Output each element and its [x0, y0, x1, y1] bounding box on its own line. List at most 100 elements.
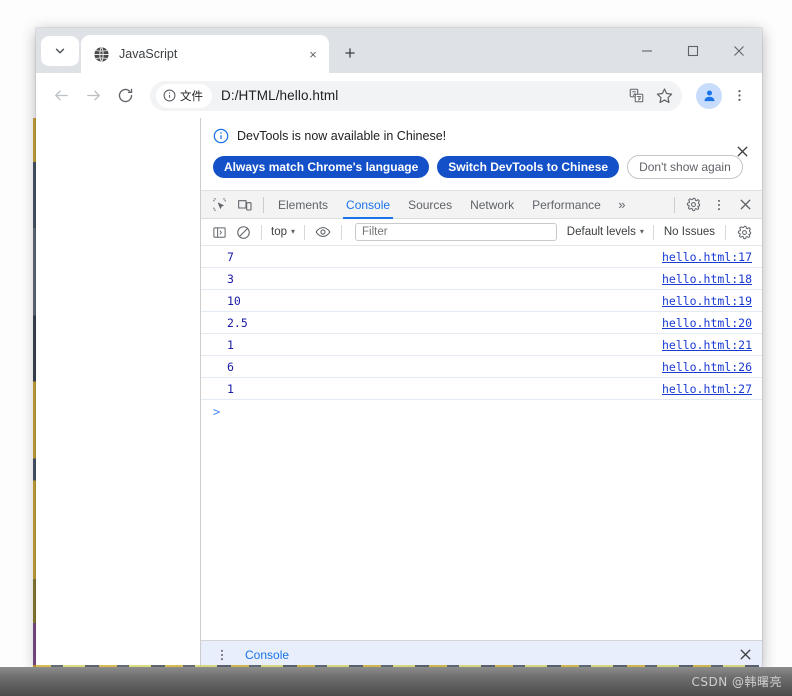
console-row[interactable]: 10 hello.html:19 — [201, 290, 762, 312]
plus-icon — [343, 46, 357, 60]
clear-console-icon[interactable] — [231, 220, 255, 244]
issues-status[interactable]: No Issues — [660, 226, 719, 238]
chevron-down-icon: ▾ — [291, 227, 296, 236]
kebab-menu-icon — [215, 648, 229, 662]
chevron-down-icon — [53, 44, 67, 58]
window-minimize-button[interactable] — [624, 28, 670, 73]
console-value: 2.5 — [227, 315, 248, 330]
tab-elements[interactable]: Elements — [269, 191, 337, 219]
tab-label: Network — [470, 197, 515, 212]
devtools-drawer: Console — [201, 640, 762, 668]
console-source-link[interactable]: hello.html:18 — [662, 272, 752, 286]
info-circle-icon — [213, 128, 229, 144]
address-bar-actions — [623, 83, 682, 109]
console-row[interactable]: 7 hello.html:17 — [201, 246, 762, 268]
profile-avatar-button[interactable] — [696, 82, 722, 109]
console-row[interactable]: 3 hello.html:18 — [201, 268, 762, 290]
console-row[interactable]: 1 hello.html:21 — [201, 334, 762, 356]
drawer-close-button[interactable] — [734, 644, 756, 666]
console-value: 3 — [227, 271, 234, 286]
console-source-link[interactable]: hello.html:20 — [662, 316, 752, 330]
console-source-link[interactable]: hello.html:27 — [662, 382, 752, 396]
devtools-panel: DevTools is now available in Chinese! Al… — [200, 118, 762, 668]
console-toolbar: top ▾ Default levels ▾ No Issues — [201, 219, 762, 246]
inspect-element-icon[interactable] — [206, 192, 232, 218]
divider — [725, 224, 726, 240]
kebab-menu-icon — [732, 88, 747, 103]
tab-close-button[interactable]: × — [303, 44, 323, 64]
arrow-right-icon — [85, 87, 102, 104]
drawer-tab-console[interactable]: Console — [235, 641, 299, 668]
tab-console[interactable]: Console — [337, 191, 399, 219]
dont-show-again-button[interactable]: Don't show again — [627, 155, 743, 179]
window-controls — [624, 28, 762, 73]
browser-viewport: DevTools is now available in Chinese! Al… — [36, 118, 762, 668]
console-row[interactable]: 2.5 hello.html:20 — [201, 312, 762, 334]
back-button[interactable] — [46, 81, 76, 111]
notification-message: DevTools is now available in Chinese! — [237, 129, 447, 143]
watermark: CSDN @韩曙亮 — [691, 675, 782, 689]
always-match-language-button[interactable]: Always match Chrome's language — [213, 156, 430, 178]
tab-sources[interactable]: Sources — [399, 191, 461, 219]
bottom-bar: CSDN @韩曙亮 — [0, 667, 792, 696]
browser-menu-button[interactable] — [724, 81, 754, 111]
window-maximize-button[interactable] — [670, 28, 716, 73]
divider — [674, 196, 675, 213]
close-icon — [736, 145, 749, 158]
notification-buttons: Always match Chrome's language Switch De… — [213, 155, 750, 179]
site-info-label: 文件 — [180, 90, 203, 103]
tab-performance[interactable]: Performance — [523, 191, 610, 219]
translate-button[interactable] — [623, 83, 649, 109]
star-icon — [656, 87, 673, 104]
site-info-chip[interactable]: 文件 — [156, 83, 212, 108]
address-bar[interactable]: 文件 D:/HTML/hello.html — [150, 80, 682, 111]
tab-title: JavaScript — [119, 47, 178, 61]
console-row[interactable]: 6 hello.html:26 — [201, 356, 762, 378]
live-expression-eye-icon[interactable] — [311, 220, 335, 244]
browser-tab[interactable]: JavaScript × — [81, 35, 329, 73]
bookmark-button[interactable] — [651, 83, 677, 109]
maximize-icon — [687, 45, 699, 57]
reload-icon — [117, 87, 134, 104]
tab-overflow-button[interactable]: » — [610, 192, 634, 218]
console-log-levels-selector[interactable]: Default levels ▾ — [564, 226, 647, 238]
tab-search-button[interactable] — [41, 36, 79, 66]
console-value: 7 — [227, 249, 234, 264]
notification-close-button[interactable] — [731, 140, 753, 162]
device-toolbar-icon[interactable] — [232, 192, 258, 218]
new-tab-button[interactable] — [335, 38, 365, 68]
console-sidebar-icon[interactable] — [207, 220, 231, 244]
console-settings-gear-icon[interactable] — [732, 220, 756, 244]
forward-button[interactable] — [78, 81, 108, 111]
console-source-link[interactable]: hello.html:17 — [662, 250, 752, 264]
window-close-button[interactable] — [716, 28, 762, 73]
divider — [652, 224, 654, 240]
switch-devtools-language-button[interactable]: Switch DevTools to Chinese — [437, 156, 620, 178]
divider — [263, 196, 264, 213]
chevron-down-icon: ▾ — [639, 227, 644, 236]
devtools-more-button[interactable] — [706, 192, 732, 218]
console-filter-input[interactable] — [355, 223, 557, 241]
browser-toolbar: 文件 D:/HTML/hello.html — [36, 73, 762, 118]
console-value: 6 — [227, 359, 234, 374]
kebab-menu-icon — [712, 198, 726, 212]
drawer-more-button[interactable] — [209, 642, 235, 668]
console-input-prompt[interactable]: > — [201, 400, 762, 424]
console-source-link[interactable]: hello.html:26 — [662, 360, 752, 374]
console-source-link[interactable]: hello.html:21 — [662, 338, 752, 352]
devtools-tab-bar: Elements Console Sources Network Perform… — [201, 191, 762, 219]
console-source-link[interactable]: hello.html:19 — [662, 294, 752, 308]
console-row[interactable]: 1 hello.html:27 — [201, 378, 762, 400]
person-icon — [702, 88, 717, 103]
console-output[interactable]: 7 hello.html:17 3 hello.html:18 10 hello… — [201, 246, 762, 640]
minimize-icon — [641, 45, 653, 57]
tab-label: Elements — [278, 197, 329, 212]
gear-icon[interactable] — [680, 192, 706, 218]
devtools-tab-actions — [669, 192, 762, 218]
devtools-close-button[interactable] — [732, 192, 758, 218]
browser-tab-strip: JavaScript × — [36, 28, 762, 73]
reload-button[interactable] — [110, 81, 140, 111]
close-icon — [733, 45, 745, 57]
tab-network[interactable]: Network — [461, 191, 523, 219]
console-context-selector[interactable]: top ▾ — [268, 226, 298, 238]
